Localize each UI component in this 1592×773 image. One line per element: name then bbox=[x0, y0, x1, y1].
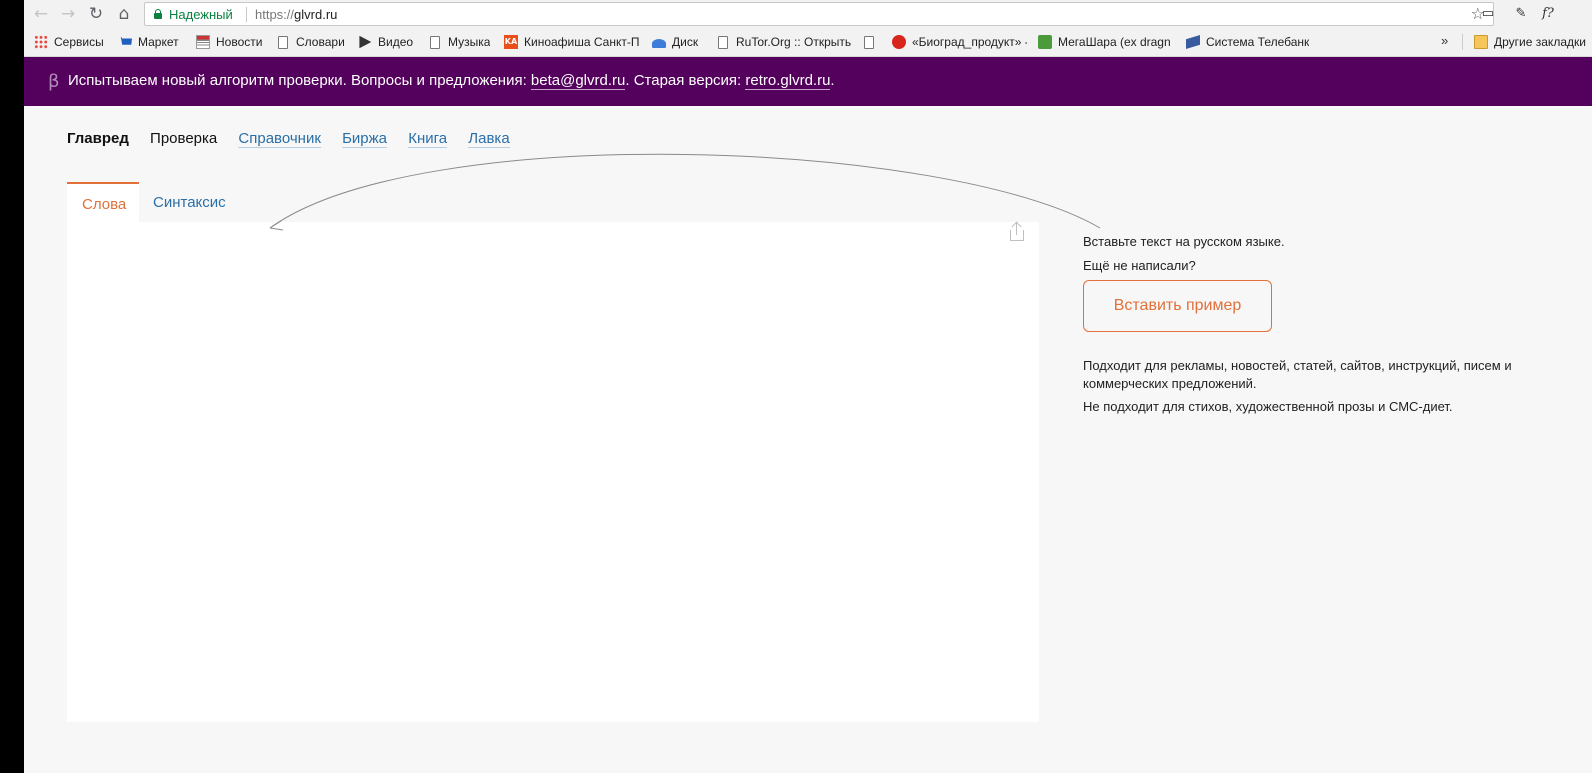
bookmark-music[interactable]: Музыка bbox=[428, 30, 490, 54]
formula-extension-icon[interactable]: f? bbox=[1538, 4, 1558, 24]
bookmark-biograd[interactable]: «Биоград_продукт» - bbox=[892, 30, 1027, 54]
retro-version-link[interactable]: retro.glvrd.ru bbox=[745, 72, 831, 90]
reload-icon[interactable]: ↻ bbox=[85, 3, 107, 25]
play-icon bbox=[359, 35, 372, 49]
beta-icon: β bbox=[48, 71, 60, 92]
text-editor[interactable] bbox=[67, 221, 1039, 722]
beta-banner: β Испытываем новый алгоритм проверки. Во… bbox=[24, 57, 1592, 106]
news-icon bbox=[196, 35, 210, 49]
bookmark-other[interactable]: Другие закладки bbox=[1474, 30, 1592, 54]
address-separator bbox=[246, 7, 247, 22]
bookmark-services[interactable]: Сервисы bbox=[34, 30, 104, 54]
page-icon bbox=[278, 35, 288, 49]
page-icon bbox=[864, 35, 874, 49]
secure-label: Надежный bbox=[169, 7, 233, 22]
tab-syntax[interactable]: Синтаксис bbox=[153, 194, 226, 211]
nav-reference[interactable]: Справочник bbox=[238, 130, 321, 148]
bookmark-video[interactable]: Видео bbox=[358, 30, 413, 54]
nav-check[interactable]: Проверка bbox=[150, 130, 217, 147]
tab-words[interactable]: Слова bbox=[67, 182, 139, 223]
bookmarks-overflow-chevron[interactable]: » bbox=[1441, 33, 1448, 48]
suitable-text: Подходит для рекламы, новостей, статей, … bbox=[1083, 358, 1512, 391]
bookmark-rutor[interactable]: RuTor.Org :: Открыть bbox=[716, 30, 851, 54]
eyedropper-extension-icon[interactable]: ✎ bbox=[1511, 4, 1531, 24]
browser-toolbar: ← → ↻ ⌂ Надежный https://glvrd.ru ☆ ▭ ✎ … bbox=[24, 0, 1592, 28]
lock-icon bbox=[154, 9, 162, 19]
bank-icon bbox=[1186, 35, 1200, 49]
check-icon bbox=[1038, 35, 1052, 49]
bookmarks-separator bbox=[1462, 34, 1463, 50]
share-icon[interactable] bbox=[1007, 221, 1027, 244]
url-text[interactable]: https://glvrd.ru bbox=[255, 7, 337, 22]
bookmarks-bar: Сервисы Маркет Новости Словари Видео Муз… bbox=[24, 30, 1592, 54]
folder-icon bbox=[1474, 35, 1488, 49]
site-nav: Главред Проверка Справочник Биржа Книга … bbox=[67, 130, 527, 150]
beta-email-link[interactable]: beta@glvrd.ru bbox=[530, 72, 626, 90]
cart-icon bbox=[118, 37, 132, 45]
paste-example-button[interactable]: Вставить пример bbox=[1083, 280, 1272, 332]
bookmark-dictionaries[interactable]: Словари bbox=[276, 30, 345, 54]
nav-shop[interactable]: Лавка bbox=[468, 130, 510, 148]
bookmark-untitled[interactable] bbox=[862, 30, 882, 54]
cast-icon[interactable]: ▭ bbox=[1478, 4, 1498, 24]
disk-icon bbox=[652, 38, 666, 48]
left-black-strip bbox=[0, 0, 24, 773]
tomato-icon bbox=[892, 35, 906, 49]
beta-message: Испытываем новый алгоритм проверки. Вопр… bbox=[68, 72, 835, 90]
forward-icon[interactable]: → bbox=[57, 3, 79, 25]
apps-grid-icon bbox=[34, 35, 48, 49]
tab-words-label: Слова bbox=[82, 196, 127, 213]
back-icon[interactable]: ← bbox=[30, 3, 52, 25]
ka-icon: KA bbox=[504, 35, 518, 49]
url-host: glvrd.ru bbox=[294, 7, 338, 22]
not-suitable-text: Не подходит для стихов, художественной п… bbox=[1083, 399, 1453, 414]
home-icon[interactable]: ⌂ bbox=[113, 3, 135, 25]
bookmark-market[interactable]: Маркет bbox=[118, 30, 179, 54]
paste-prompt: Вставьте текст на русском языке. bbox=[1083, 234, 1285, 249]
nav-exchange[interactable]: Биржа bbox=[342, 130, 388, 148]
bookmark-news[interactable]: Новости bbox=[196, 30, 262, 54]
address-bar[interactable]: Надежный https://glvrd.ru ☆ bbox=[144, 2, 1494, 26]
nav-brand[interactable]: Главред bbox=[67, 130, 129, 147]
bookmark-megashara[interactable]: МегаШара (ex dragn bbox=[1038, 30, 1172, 54]
url-scheme: https:// bbox=[255, 7, 295, 22]
bookmark-kinoafisha[interactable]: KA Киноафиша Санкт-П bbox=[504, 30, 639, 54]
page-icon bbox=[430, 35, 440, 49]
nav-book[interactable]: Книга bbox=[408, 130, 448, 148]
bookmark-telebank[interactable]: Система Телебанк bbox=[1186, 30, 1309, 54]
browser-chrome: ← → ↻ ⌂ Надежный https://glvrd.ru ☆ ▭ ✎ … bbox=[24, 0, 1592, 57]
page-icon bbox=[718, 35, 728, 49]
bookmark-disk[interactable]: Диск bbox=[652, 30, 698, 54]
not-written-text: Ещё не написали? bbox=[1083, 258, 1196, 273]
